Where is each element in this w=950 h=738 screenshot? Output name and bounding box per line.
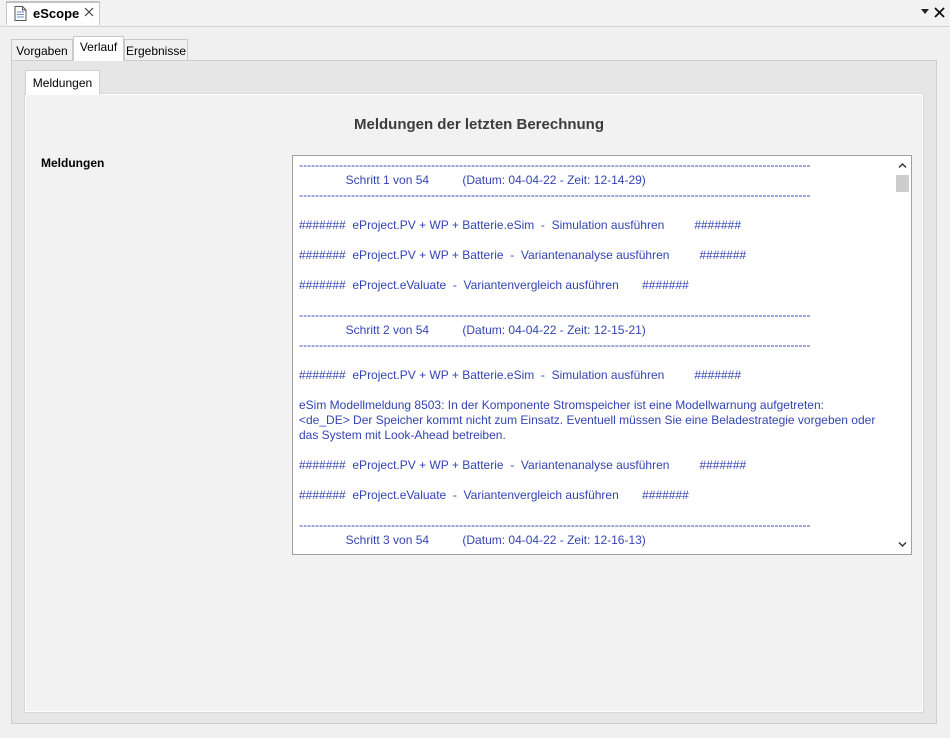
separator-line: ----------------------------------------… bbox=[299, 158, 811, 172]
message-log[interactable]: ----------------------------------------… bbox=[292, 155, 912, 555]
step-header: Schritt 2 von 54 (Datum: 04-04-22 - Zeit… bbox=[299, 323, 646, 337]
page-title: Meldungen der letzten Berechnung bbox=[353, 116, 605, 133]
message-line: ####### eProject.PV + WP + Batterie.eSim… bbox=[299, 218, 742, 232]
close-icon[interactable] bbox=[83, 6, 95, 18]
chevron-down-icon[interactable] bbox=[897, 539, 908, 550]
step-header: Schritt 1 von 54 (Datum: 04-04-22 - Zeit… bbox=[299, 173, 646, 187]
scrollbar-thumb[interactable] bbox=[896, 175, 909, 192]
editor-tab-title: eScope bbox=[33, 6, 80, 21]
separator-line: ----------------------------------------… bbox=[299, 338, 811, 352]
chevron-up-icon[interactable] bbox=[897, 160, 908, 171]
tab-meldungen[interactable]: Meldungen bbox=[25, 70, 100, 95]
warning-detail: <de_DE> Der Speicher kommt nicht zum Ein… bbox=[299, 413, 876, 442]
tab-ergebnisse[interactable]: Ergebnisse bbox=[124, 39, 188, 60]
step-header: Schritt 3 von 54 (Datum: 04-04-22 - Zeit… bbox=[299, 533, 646, 547]
tab-verlauf[interactable]: Verlauf bbox=[73, 36, 124, 61]
warning-line: eSim Modellmeldung 8503: In der Komponen… bbox=[299, 398, 824, 412]
meldungen-label: Meldungen bbox=[41, 156, 105, 170]
separator-line: ----------------------------------------… bbox=[299, 188, 811, 202]
document-icon bbox=[14, 6, 27, 21]
editor-tab-escope[interactable]: eScope bbox=[6, 1, 100, 25]
message-line: ####### eProject.eValuate - Variantenver… bbox=[299, 488, 689, 502]
message-log-content: ----------------------------------------… bbox=[299, 158, 889, 548]
separator-line: ----------------------------------------… bbox=[299, 308, 811, 322]
message-line: ####### eProject.eValuate - Variantenver… bbox=[299, 278, 689, 292]
vertical-scrollbar[interactable] bbox=[894, 156, 911, 554]
message-line: ####### eProject.PV + WP + Batterie - Va… bbox=[299, 458, 747, 472]
window-close-icon[interactable] bbox=[933, 6, 946, 19]
message-line: ####### eProject.PV + WP + Batterie.eSim… bbox=[299, 368, 742, 382]
separator-line: ----------------------------------------… bbox=[299, 518, 811, 532]
view-menu-icon[interactable] bbox=[920, 6, 930, 16]
editor-tab-bar: eScope bbox=[0, 0, 950, 27]
message-line: ####### eProject.PV + WP + Batterie - Va… bbox=[299, 248, 747, 262]
tab-vorgaben[interactable]: Vorgaben bbox=[11, 39, 73, 60]
